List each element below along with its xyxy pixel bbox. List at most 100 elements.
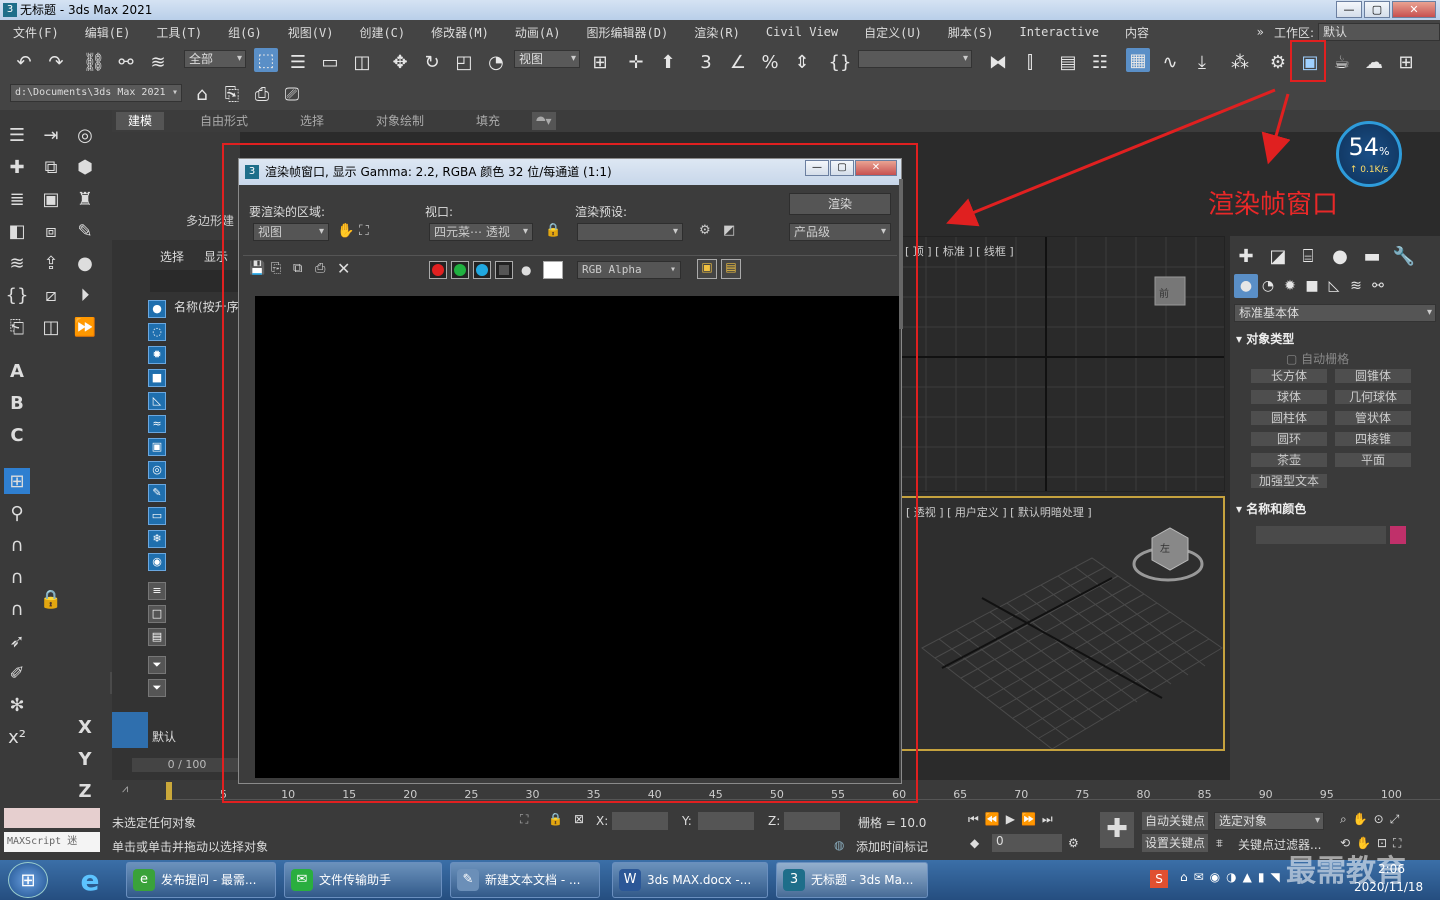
brush-icon[interactable]: ✐ bbox=[4, 660, 30, 686]
media-icon[interactable]: ⏵ bbox=[72, 282, 98, 308]
minimize-button[interactable]: — bbox=[1336, 1, 1362, 18]
menu-tools[interactable]: 工具(T) bbox=[143, 24, 215, 41]
menu-edit[interactable]: 编辑(E) bbox=[72, 24, 144, 41]
align-icon[interactable]: ⫿ bbox=[1018, 50, 1042, 74]
close-button[interactable]: ✕ bbox=[1392, 1, 1436, 18]
keyboard-shortcut-icon[interactable]: ⬆ bbox=[656, 50, 680, 74]
name-color-rollout[interactable]: ▾ 名称和颜色 bbox=[1236, 500, 1434, 517]
auto-region-icon[interactable]: ⛶ bbox=[359, 223, 369, 239]
render-setup-small-icon[interactable]: ⚙ bbox=[699, 223, 711, 238]
hidden-filter-icon[interactable]: ◉ bbox=[148, 553, 166, 571]
render-quality-dropdown[interactable]: 产品级 bbox=[789, 223, 891, 241]
edit-named-sel-icon[interactable]: {} bbox=[828, 50, 852, 74]
window-crossing-icon[interactable]: ◫ bbox=[350, 50, 374, 74]
menu-civil-view[interactable]: Civil View bbox=[753, 25, 851, 39]
render-production-icon[interactable]: ☕ bbox=[1330, 50, 1354, 74]
geometry-icon[interactable]: ● bbox=[1234, 274, 1258, 298]
grid-toggle-icon[interactable]: ⊞ bbox=[4, 468, 30, 494]
absolute-mode-icon[interactable]: ⊠ bbox=[574, 812, 584, 826]
motion-tab-icon[interactable]: ● bbox=[1328, 244, 1352, 268]
viewport-top[interactable]: [ 顶 ] [ 标准 ] [ 线框 ] 前 bbox=[900, 236, 1225, 492]
axis-y-icon[interactable]: Y bbox=[72, 746, 98, 772]
menu-content[interactable]: 内容 bbox=[1112, 24, 1162, 41]
text-a-icon[interactable]: A bbox=[4, 358, 30, 384]
container-filter-icon[interactable]: ▭ bbox=[148, 507, 166, 525]
area-to-render-dropdown[interactable]: 视图 bbox=[253, 223, 329, 241]
pivot-center-icon[interactable]: ⊞ bbox=[588, 50, 612, 74]
render-maximize-button[interactable]: ▢ bbox=[830, 160, 854, 176]
taskbar-item-wechat[interactable]: ✉ 文件传输助手 bbox=[284, 862, 442, 898]
cursor-icon[interactable]: ➶ bbox=[4, 628, 30, 654]
column-name-header[interactable]: 名称(按升序 bbox=[174, 298, 239, 315]
selection-filter-dropdown[interactable]: 全部 bbox=[184, 50, 246, 68]
taskbar-item-notepad[interactable]: ✎ 新建文本文档 - ... bbox=[450, 862, 600, 898]
z-coord-field[interactable] bbox=[784, 812, 840, 830]
layers-explorer-icon[interactable]: ☰ bbox=[4, 122, 30, 148]
taskbar-item-word[interactable]: W 3ds MAX.docx -... bbox=[612, 862, 768, 898]
menu-modifiers[interactable]: 修改器(M) bbox=[418, 24, 502, 41]
pyramid-button[interactable]: 四棱锥 bbox=[1334, 431, 1412, 447]
selection-lock-icon[interactable]: 🔒 bbox=[548, 812, 563, 826]
spacewarp-filter-icon[interactable]: ≈ bbox=[148, 415, 166, 433]
freeze-icon[interactable]: ✻ bbox=[4, 692, 30, 718]
torus-button[interactable]: 圆环 bbox=[1250, 431, 1328, 447]
frame-nav-icon[interactable]: ◆ bbox=[970, 836, 979, 850]
selection-tool-icon[interactable]: ⇥ bbox=[38, 122, 64, 148]
clear-image-icon[interactable]: ✕ bbox=[337, 259, 350, 278]
maxscript-listener[interactable] bbox=[4, 808, 100, 828]
maximize-button[interactable]: ▢ bbox=[1364, 1, 1390, 18]
funnel-icon[interactable]: ⏷ bbox=[148, 679, 166, 697]
magnet2-icon[interactable]: ∩ bbox=[4, 564, 30, 590]
viewport-top-label[interactable]: [ 顶 ] [ 标准 ] [ 线框 ] bbox=[905, 243, 1014, 259]
taskbar-item-qa[interactable]: e 发布提问 - 最需... bbox=[126, 862, 276, 898]
maxscript-input[interactable]: MAXScript 迷 bbox=[4, 832, 100, 852]
autogrid-checkbox[interactable]: ▢ 自动栅格 bbox=[1286, 350, 1349, 367]
environment-effects-icon[interactable]: ◩ bbox=[723, 223, 735, 238]
time-tag-icon[interactable]: ◍ bbox=[834, 838, 844, 852]
shapes-icon[interactable]: ⬢ bbox=[72, 154, 98, 180]
geosphere-button[interactable]: 几何球体 bbox=[1334, 389, 1412, 405]
save-image-icon[interactable]: 💾 bbox=[249, 261, 265, 276]
save-project-icon[interactable]: ⎘ bbox=[220, 82, 244, 106]
paint-icon[interactable]: ♜ bbox=[72, 186, 98, 212]
sogou-icon[interactable]: S bbox=[1150, 870, 1168, 888]
render-setup-icon[interactable]: ⚙ bbox=[1266, 50, 1290, 74]
text-b-icon[interactable]: B bbox=[4, 390, 30, 416]
tab-select[interactable]: 选择 bbox=[160, 248, 184, 265]
isolate-icon[interactable]: ⛶ bbox=[520, 812, 528, 827]
viewport-perspective[interactable]: [ 透视 ] [ 用户定义 ] [ 默认明暗处理 ] 左 bbox=[900, 496, 1225, 751]
project-settings-icon[interactable]: ⎙ bbox=[250, 82, 274, 106]
frame-buffer-icon[interactable]: ▤ bbox=[721, 259, 741, 279]
xref-filter-icon[interactable]: ◎ bbox=[148, 461, 166, 479]
lock-icon[interactable]: 🔒 bbox=[38, 586, 64, 612]
hierarchy-tab-icon[interactable]: ⌸ bbox=[1296, 244, 1320, 268]
taskbar-item-3dsmax[interactable]: 3 无标题 - 3ds Ma... bbox=[776, 862, 928, 898]
set-key-big-button[interactable]: ✚ bbox=[1100, 812, 1134, 848]
named-selection-dropdown[interactable] bbox=[858, 50, 972, 68]
modify-tab-icon[interactable]: ◪ bbox=[1266, 244, 1290, 268]
menu-view[interactable]: 视图(V) bbox=[275, 24, 347, 41]
ribbon-options-icon[interactable]: ⯊▾ bbox=[532, 112, 556, 130]
viewport-nav-icons[interactable]: ⌕✋⊙⤢ bbox=[1340, 812, 1405, 827]
plugin-icon[interactable]: ⧄ bbox=[38, 282, 64, 308]
tray-icons[interactable]: ⌂✉◉◑▲▮◥ bbox=[1180, 870, 1286, 884]
geometry-filter-icon[interactable]: ● bbox=[148, 300, 166, 318]
mini-curve-icon[interactable]: ⩘ bbox=[122, 782, 128, 796]
select-by-name-icon[interactable]: ☰ bbox=[286, 50, 310, 74]
layers-icon[interactable]: ☷ bbox=[1088, 50, 1112, 74]
object-color-swatch[interactable] bbox=[1390, 526, 1406, 544]
filter-icon[interactable]: ⏷ bbox=[148, 656, 166, 674]
menu-graph-editors[interactable]: 图形编辑器(D) bbox=[574, 24, 682, 41]
background-color-swatch[interactable] bbox=[543, 261, 563, 279]
tube-button[interactable]: 管状体 bbox=[1334, 410, 1412, 426]
viewport-persp-label[interactable]: [ 透视 ] [ 用户定义 ] [ 默认明暗处理 ] bbox=[906, 504, 1092, 520]
timeline-frame-slider[interactable]: 0 / 100 bbox=[132, 758, 242, 772]
axis-z-icon[interactable]: Z bbox=[72, 778, 98, 804]
tab-freeform[interactable]: 自由形式 bbox=[200, 112, 248, 130]
add-time-tag[interactable]: 添加时间标记 bbox=[856, 838, 928, 855]
cameras-icon[interactable]: ■ bbox=[1300, 274, 1324, 298]
invert-icon[interactable]: ▤ bbox=[148, 628, 166, 646]
save-icon[interactable]: ⎗ bbox=[4, 314, 30, 340]
menu-customize[interactable]: 自定义(U) bbox=[851, 24, 935, 41]
y-coord-field[interactable] bbox=[698, 812, 754, 830]
